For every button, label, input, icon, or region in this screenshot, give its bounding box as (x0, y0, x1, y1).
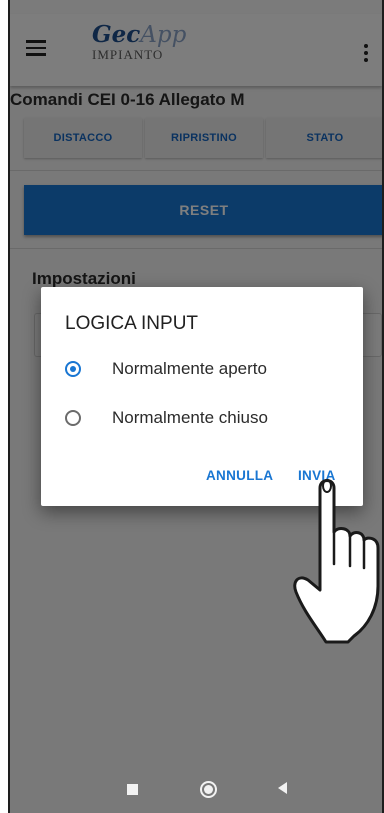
square-recents-icon[interactable] (127, 784, 138, 795)
system-nav-bar (10, 771, 382, 813)
option-label: Normalmente chiuso (112, 408, 268, 427)
option-normalmente-chiuso[interactable]: Normalmente chiuso (65, 404, 355, 432)
circle-home-icon[interactable] (200, 781, 217, 798)
dialog-title: LOGICA INPUT (65, 313, 199, 334)
radio-unselected-icon[interactable] (65, 410, 81, 426)
triangle-back-icon[interactable] (278, 782, 287, 794)
cancel-button[interactable]: ANNULLA (206, 468, 273, 483)
pointing-hand-icon (293, 479, 380, 644)
option-label: Normalmente aperto (112, 359, 267, 378)
option-normalmente-aperto[interactable]: Normalmente aperto (65, 355, 355, 383)
radio-selected-icon[interactable] (65, 361, 81, 377)
